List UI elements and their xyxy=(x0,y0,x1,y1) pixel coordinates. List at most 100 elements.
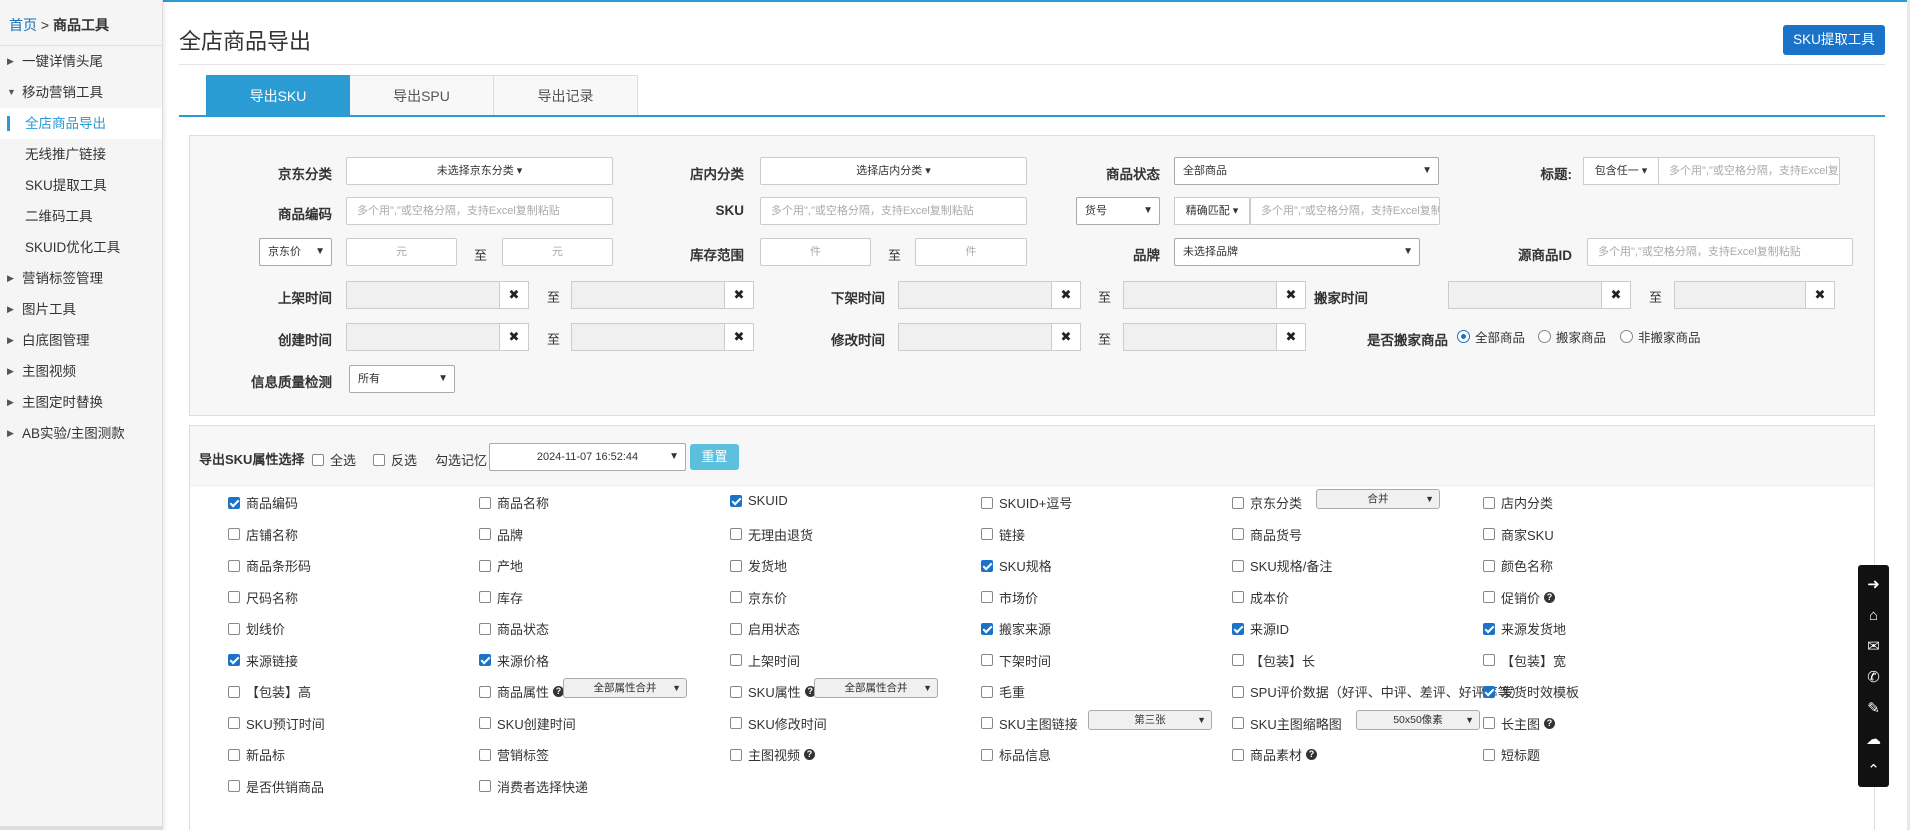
attribute-checkbox[interactable]: 来源发货地 xyxy=(1483,619,1566,638)
attribute-checkbox[interactable]: 消费者选择快递 xyxy=(479,777,588,796)
help-icon[interactable]: ? xyxy=(1544,591,1556,603)
attribute-checkbox[interactable]: 主图视频? xyxy=(730,745,816,764)
clear-icon[interactable]: ✖ xyxy=(1276,323,1306,351)
sidebar-item[interactable]: SKUID优化工具 xyxy=(0,232,162,263)
attribute-checkbox[interactable]: 来源链接 xyxy=(228,651,298,670)
item-no-match-dropdown[interactable]: 精确匹配 ▾ xyxy=(1174,197,1250,225)
attribute-checkbox[interactable]: 店内分类 xyxy=(1483,493,1553,512)
created-time-end[interactable] xyxy=(571,323,725,351)
reset-button[interactable]: 重置 xyxy=(690,444,739,470)
attribute-option-select[interactable]: 全部属性合并 ▼ xyxy=(563,678,687,698)
move-time-start[interactable] xyxy=(1448,281,1602,309)
tab-export-records[interactable]: 导出记录 xyxy=(494,75,638,116)
attribute-checkbox[interactable]: 是否供销商品 xyxy=(228,777,324,796)
attribute-checkbox[interactable]: 新品标 xyxy=(228,745,285,764)
attribute-checkbox[interactable]: 产地 xyxy=(479,556,523,575)
attribute-checkbox[interactable]: SKU属性? xyxy=(730,682,816,701)
product-status-select[interactable]: 全部商品 ▼ xyxy=(1174,157,1439,185)
attribute-checkbox[interactable]: 搬家来源 xyxy=(981,619,1051,638)
clear-icon[interactable]: ✖ xyxy=(1601,281,1631,309)
clear-icon[interactable]: ✖ xyxy=(499,281,529,309)
attribute-checkbox[interactable]: 划线价 xyxy=(228,619,285,638)
item-no-type-select[interactable]: 货号 ▼ xyxy=(1076,197,1160,225)
clear-icon[interactable]: ✖ xyxy=(724,281,754,309)
attribute-checkbox[interactable]: 下架时间 xyxy=(981,651,1051,670)
wechat-icon[interactable]: ☁ xyxy=(1858,724,1889,755)
help-icon[interactable]: ? xyxy=(1306,749,1318,760)
listed-time-end[interactable] xyxy=(571,281,725,309)
sidebar-item[interactable]: ▶ AB实验/主图测款 xyxy=(0,418,162,449)
modified-time-end[interactable] xyxy=(1123,323,1277,351)
stock-min-input[interactable]: 件 xyxy=(760,238,871,266)
attribute-checkbox[interactable]: SKU修改时间 xyxy=(730,714,827,733)
sidebar-item[interactable]: ▶ 一键详情头尾 xyxy=(0,46,162,77)
attribute-checkbox[interactable]: SPU评价数据（好评、中评、差评、好评率等） xyxy=(1232,682,1524,701)
memory-select[interactable]: 2024-11-07 16:52:44 ▼ xyxy=(489,443,686,471)
attribute-checkbox[interactable]: 无理由退货 xyxy=(730,525,813,544)
title-match-mode-dropdown[interactable]: 包含任一 ▾ xyxy=(1583,157,1659,185)
attribute-checkbox[interactable]: 京东分类 xyxy=(1232,493,1302,512)
attribute-checkbox[interactable]: 品牌 xyxy=(479,525,523,544)
attribute-checkbox[interactable]: 商品状态 xyxy=(479,619,549,638)
attribute-checkbox[interactable]: 商品条形码 xyxy=(228,556,311,575)
price-type-select[interactable]: 京东价 ▼ xyxy=(259,238,332,266)
attribute-checkbox[interactable]: SKU规格 xyxy=(981,556,1052,575)
invert-selection-checkbox[interactable]: 反选 xyxy=(373,450,417,469)
sidebar-item[interactable]: ▶ 营销标签管理 xyxy=(0,263,162,294)
attribute-checkbox[interactable]: 商品属性? xyxy=(479,682,565,701)
attribute-checkbox[interactable]: 商品名称 xyxy=(479,493,549,512)
attribute-checkbox[interactable]: 库存 xyxy=(479,588,523,607)
sidebar-item[interactable]: 无线推广链接 xyxy=(0,139,162,170)
attribute-checkbox[interactable]: SKUID xyxy=(730,493,788,508)
sidebar-item[interactable]: ▶ 主图视频 xyxy=(0,356,162,387)
help-icon[interactable]: ? xyxy=(804,749,816,760)
arrow-right-icon[interactable]: ➜ xyxy=(1858,569,1889,600)
attribute-option-select[interactable]: 第三张 ▼ xyxy=(1088,709,1212,730)
attribute-checkbox[interactable]: SKU预订时间 xyxy=(228,714,325,733)
radio-all-goods[interactable]: 全部商品 xyxy=(1457,327,1525,346)
attribute-checkbox[interactable]: 商家SKU xyxy=(1483,525,1554,544)
attribute-checkbox[interactable]: 商品素材? xyxy=(1232,745,1318,764)
delisted-time-start[interactable] xyxy=(898,281,1052,309)
attribute-option-select[interactable]: 50x50像素 ▼ xyxy=(1356,709,1480,730)
clear-icon[interactable]: ✖ xyxy=(1051,281,1081,309)
attribute-checkbox[interactable]: 【包装】宽 xyxy=(1483,651,1566,670)
attribute-checkbox[interactable]: SKU主图缩略图 xyxy=(1232,714,1342,733)
help-icon[interactable]: ? xyxy=(1544,717,1556,729)
attribute-checkbox[interactable]: SKU规格/备注 xyxy=(1232,556,1332,575)
attribute-checkbox[interactable]: 市场价 xyxy=(981,588,1038,607)
brand-select[interactable]: 未选择品牌 ▼ xyxy=(1174,238,1420,266)
attribute-checkbox[interactable]: 毛重 xyxy=(981,682,1025,701)
attribute-checkbox[interactable]: SKUID+逗号 xyxy=(981,493,1072,512)
attribute-checkbox[interactable]: 上架时间 xyxy=(730,651,800,670)
clear-icon[interactable]: ✖ xyxy=(499,323,529,351)
info-quality-select[interactable]: 所有 ▼ xyxy=(349,365,455,393)
price-min-input[interactable]: 元 xyxy=(346,238,457,266)
attribute-checkbox[interactable]: 发货地 xyxy=(730,556,787,575)
sku-input[interactable]: 多个用","或空格分隔，支持Excel复制粘贴 xyxy=(760,197,1027,225)
sidebar-item[interactable]: ▼ 移动营销工具 xyxy=(0,77,162,108)
attribute-checkbox[interactable]: 成本价 xyxy=(1232,588,1289,607)
edit-icon[interactable]: ✎ xyxy=(1858,693,1889,724)
arrow-up-icon[interactable]: ⌃ xyxy=(1858,755,1889,786)
attribute-checkbox[interactable]: 发货时效模板 xyxy=(1483,682,1579,701)
sidebar-item[interactable]: ▶ 主图定时替换 xyxy=(0,387,162,418)
attribute-checkbox[interactable]: 商品货号 xyxy=(1232,525,1302,544)
chat-icon[interactable]: ✆ xyxy=(1858,662,1889,693)
jd-category-dropdown[interactable]: 未选择京东分类 ▾ xyxy=(346,157,613,185)
tab-export-spu[interactable]: 导出SPU xyxy=(350,75,494,116)
created-time-start[interactable] xyxy=(346,323,500,351)
attribute-checkbox[interactable]: SKU主图链接 xyxy=(981,714,1078,733)
attribute-checkbox[interactable]: 来源价格 xyxy=(479,651,549,670)
attribute-option-select[interactable]: 合并 ▼ xyxy=(1316,489,1440,509)
sku-tool-button[interactable]: SKU提取工具 xyxy=(1783,25,1885,55)
attribute-checkbox[interactable]: 启用状态 xyxy=(730,619,800,638)
attribute-checkbox[interactable]: 颜色名称 xyxy=(1483,556,1553,575)
home-icon[interactable]: ⌂ xyxy=(1858,600,1889,631)
attribute-checkbox[interactable]: 营销标签 xyxy=(479,745,549,764)
mail-icon[interactable]: ✉ xyxy=(1858,631,1889,662)
attribute-checkbox[interactable]: 标品信息 xyxy=(981,745,1051,764)
clear-icon[interactable]: ✖ xyxy=(724,323,754,351)
attribute-checkbox[interactable]: 促销价? xyxy=(1483,588,1556,607)
modified-time-start[interactable] xyxy=(898,323,1052,351)
